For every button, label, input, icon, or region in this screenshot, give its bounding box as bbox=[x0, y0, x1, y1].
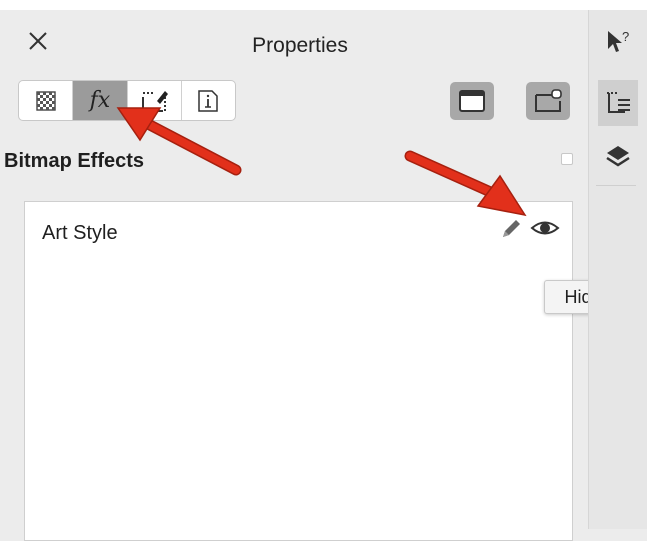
sidebar-item-properties[interactable] bbox=[598, 80, 638, 126]
tab-outline[interactable] bbox=[128, 81, 182, 120]
sidebar-item-objects[interactable] bbox=[598, 137, 638, 177]
eye-icon bbox=[530, 221, 560, 235]
layers-icon bbox=[606, 146, 630, 167]
list-item-effect-name: Art Style bbox=[42, 222, 118, 244]
close-icon bbox=[29, 32, 47, 50]
properties-tab-group: fx bbox=[18, 80, 236, 121]
svg-text:?: ? bbox=[622, 29, 629, 44]
floating-mode-button[interactable] bbox=[526, 82, 570, 120]
outline-pen-icon bbox=[142, 90, 169, 112]
checkerboard-icon bbox=[35, 90, 56, 111]
pointer-question-icon: ? bbox=[608, 29, 629, 52]
top-strip bbox=[0, 0, 647, 10]
tab-fill[interactable] bbox=[19, 81, 74, 120]
tab-summary[interactable] bbox=[182, 81, 235, 120]
effects-list bbox=[24, 201, 573, 541]
properties-icon bbox=[607, 92, 630, 113]
sidebar-divider bbox=[596, 185, 636, 186]
context-help-button[interactable]: ? bbox=[598, 22, 638, 62]
window-frame-icon bbox=[459, 90, 485, 112]
section-toggle-checkbox[interactable] bbox=[561, 153, 573, 165]
hide-effect-button[interactable] bbox=[530, 215, 560, 241]
fx-icon: fx bbox=[89, 88, 111, 113]
section-title: Bitmap Effects bbox=[4, 150, 145, 172]
window-badge-icon bbox=[535, 89, 562, 112]
pencil-icon bbox=[503, 220, 520, 237]
edit-effect-button[interactable] bbox=[498, 216, 524, 242]
close-button[interactable] bbox=[27, 30, 49, 52]
info-icon bbox=[198, 89, 219, 112]
docked-mode-button[interactable] bbox=[450, 82, 494, 120]
tab-effects[interactable]: fx bbox=[73, 81, 128, 120]
panel-title: Properties bbox=[252, 34, 348, 57]
